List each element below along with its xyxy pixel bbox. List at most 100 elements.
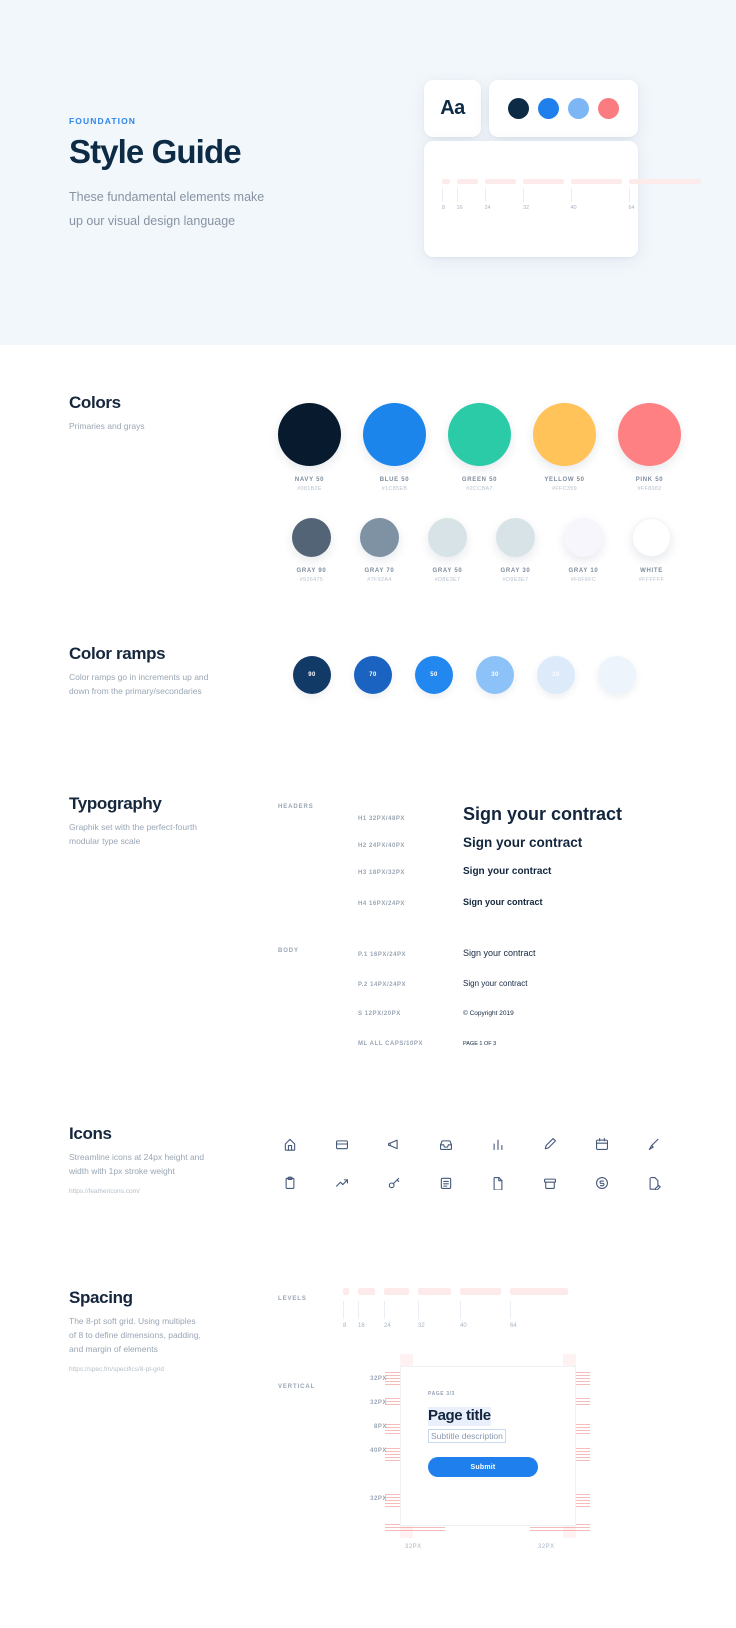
swatch-green-50[interactable]: GREEN 50 #2CCBA7: [448, 403, 511, 492]
typo-sample: PAGE 1 OF 3: [463, 1041, 497, 1047]
typo-group-body: BODY: [278, 948, 299, 954]
typography-preview-card[interactable]: Aa: [424, 80, 481, 137]
swatch-circle: [632, 518, 671, 557]
inbox-icon[interactable]: [438, 1136, 454, 1152]
swatch-hex: #FFC359: [551, 486, 578, 492]
hero-level-tick: [442, 188, 443, 202]
color-ramps-description-line1: Color ramps go in increments up and: [69, 672, 209, 682]
typo-row: H3 18PX/32PX Sign your contract: [358, 866, 551, 877]
clipboard-icon[interactable]: [282, 1175, 298, 1191]
pen-icon[interactable]: [542, 1136, 558, 1152]
swatch-gray-50[interactable]: GRAY 50 #D8E3E7: [428, 518, 467, 583]
spacing-level-value: 40: [460, 1323, 467, 1329]
swatch-gray-70[interactable]: GRAY 70 #7F92A4: [360, 518, 399, 583]
spacing-preview-card[interactable]: 8 16 24 32 40 64: [424, 141, 701, 257]
hero-level-value: 24: [484, 205, 491, 211]
color-ramps-description-line2: down from the primary/secondaries: [69, 686, 202, 697]
hero-eyebrow: FOUNDATION: [69, 116, 137, 126]
swatch-navy-50[interactable]: NAVY 50 #081B2E: [278, 403, 341, 492]
swatch-hex: #FF8082: [637, 486, 662, 492]
ramp-step-lightest[interactable]: [598, 656, 636, 694]
typo-sample: Sign your contract: [463, 804, 623, 824]
credit-card-icon[interactable]: [334, 1136, 350, 1152]
grid-rule: [530, 1527, 590, 1528]
typography-description-line2: modular type scale: [69, 836, 141, 847]
swatch-gray-90[interactable]: GRAY 90 #526475: [292, 518, 331, 583]
swatch-yellow-50[interactable]: YELLOW 50 #FFC359: [533, 403, 596, 492]
swatch-hex: #1C85EB: [381, 486, 408, 492]
ramp-row: 90 70 50 30 10: [293, 656, 636, 694]
color-dot-3: [598, 98, 619, 119]
swatch-name: PINK 50: [635, 477, 664, 483]
color-preview-card[interactable]: [489, 80, 638, 137]
typo-spec: H4 16PX/24PX: [358, 901, 405, 907]
spacing-level-value: 16: [358, 1323, 365, 1329]
grid-rule: [385, 1527, 445, 1528]
ramp-step-30[interactable]: 30: [476, 656, 514, 694]
ramp-step-50[interactable]: 50: [415, 656, 453, 694]
icon-grid: [282, 1136, 662, 1214]
swatch-hex: #2CCBA7: [466, 486, 493, 492]
ramp-step-70[interactable]: 70: [354, 656, 392, 694]
swatch-circle: [448, 403, 511, 466]
swatch-blue-50[interactable]: BLUE 50 #1C85EB: [363, 403, 426, 492]
hero-level-40: 40: [570, 179, 622, 211]
color-dot-2: [568, 98, 589, 119]
vertical-spec-0: 32PX: [370, 1376, 387, 1382]
icon-row-1: [282, 1136, 662, 1152]
primary-swatch-row: NAVY 50 #081B2E BLUE 50 #1C85EB GREEN 50 #2CC…: [278, 403, 681, 492]
brush-icon[interactable]: [646, 1136, 662, 1152]
hero-level-16: 16: [456, 179, 478, 211]
hero-level-value: 64: [628, 205, 635, 211]
dollar-icon[interactable]: [594, 1175, 610, 1191]
icons-description-line1: Streamline icons at 24px height and: [69, 1152, 205, 1162]
spacing-level-24: 24: [384, 1288, 409, 1329]
typo-row: ML ALL CAPS/10PX PAGE 1 OF 3: [358, 1041, 496, 1047]
typo-sample: Sign your contract: [463, 948, 536, 958]
hero-level-bar: [442, 179, 450, 184]
trending-up-icon[interactable]: [334, 1175, 350, 1191]
ramp-step-90[interactable]: 90: [293, 656, 331, 694]
megaphone-icon[interactable]: [386, 1136, 402, 1152]
color-ramps-description: Color ramps go in increments up and down…: [69, 670, 244, 698]
bottom-spec-right: 32PX: [538, 1544, 555, 1550]
ramp-step-10[interactable]: 10: [537, 656, 575, 694]
document-edit-icon[interactable]: [646, 1175, 662, 1191]
typo-spec: P.2 14PX/24PX: [358, 982, 407, 988]
key-icon[interactable]: [386, 1175, 402, 1191]
swatch-hex: #D8E3E7: [502, 577, 529, 583]
hero-level-tick: [484, 188, 486, 202]
typo-spec: S 12PX/20PX: [358, 1011, 401, 1017]
chart-icon[interactable]: [490, 1136, 506, 1152]
hero-level-bar: [523, 179, 564, 184]
swatch-circle: [428, 518, 467, 557]
submit-button[interactable]: Submit: [428, 1457, 538, 1477]
swatch-gray-30[interactable]: GRAY 30 #D8E3E7: [496, 518, 535, 583]
spacing-level-tick: [358, 1301, 359, 1319]
home-icon[interactable]: [282, 1136, 298, 1152]
archive-icon[interactable]: [542, 1175, 558, 1191]
swatch-gray-10[interactable]: GRAY 10 #F6F6FC: [564, 518, 603, 583]
swatch-name: WHITE: [640, 568, 663, 574]
levels-label: LEVELS: [278, 1296, 307, 1302]
spacing-level-40: 40: [460, 1288, 501, 1329]
list-icon[interactable]: [438, 1175, 454, 1191]
file-text-icon[interactable]: [490, 1175, 506, 1191]
hero-level-value: 8: [442, 205, 446, 211]
grid-rule: [385, 1530, 445, 1531]
spacing-level-value: 8: [343, 1323, 347, 1329]
hero-level-bar: [484, 179, 516, 184]
swatch-pink-50[interactable]: PINK 50 #FF8082: [618, 403, 681, 492]
mock-subtitle: Subtitle description: [428, 1429, 506, 1443]
swatch-name: GREEN 50: [461, 477, 498, 483]
spacing-level-8: 8: [343, 1288, 349, 1329]
swatch-name: GRAY 90: [296, 568, 327, 574]
spacing-level-bar: [343, 1288, 349, 1295]
hero-level-bar: [570, 179, 622, 184]
vertical-spec-4: 32PX: [370, 1496, 387, 1502]
calendar-icon[interactable]: [594, 1136, 610, 1152]
vertical-label: VERTICAL: [278, 1384, 316, 1390]
typo-sample: Sign your contract: [463, 866, 552, 877]
swatch-circle: [278, 403, 341, 466]
swatch-white[interactable]: WHITE #FFFFFF: [632, 518, 671, 583]
